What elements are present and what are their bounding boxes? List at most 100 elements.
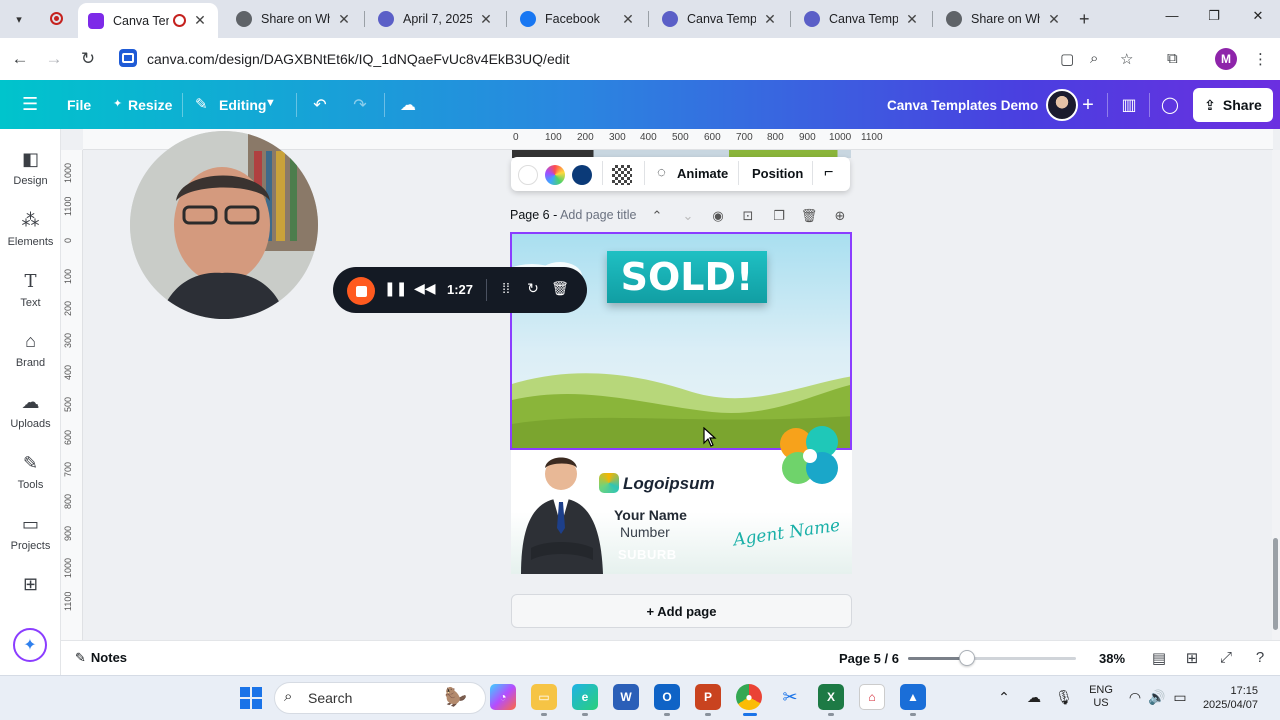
suburb-text[interactable]: SUBURB xyxy=(618,547,677,562)
remax-app-icon[interactable]: ⌂ xyxy=(859,684,885,710)
onedrive-cloud-icon[interactable]: ☁ xyxy=(1024,689,1044,706)
chevron-down-icon[interactable]: ⌄ xyxy=(679,208,697,224)
sidebar-item-uploads[interactable]: ☁ Uploads xyxy=(0,392,61,430)
sold-headline[interactable]: SOLD! xyxy=(607,251,767,303)
browser-menu-icon[interactable]: ⋮ xyxy=(1253,50,1268,68)
input-language-indicator[interactable]: ENG US xyxy=(1089,684,1113,710)
canvas-vertical-scrollbar[interactable] xyxy=(1272,150,1280,640)
lock-page-icon[interactable]: ⊡ xyxy=(739,208,757,224)
agent-photo[interactable] xyxy=(515,448,607,574)
tab-canva-templates-3[interactable]: Canva Templat ✕ xyxy=(798,4,926,34)
new-tab-plus-icon[interactable]: + xyxy=(1079,9,1090,30)
tab-share-on-whatsapp-2[interactable]: Share on What ✕ xyxy=(940,4,1068,34)
rewind-icon[interactable]: ◀◀ xyxy=(414,280,436,297)
tab-search-chevron-icon[interactable]: ▾ xyxy=(8,8,30,30)
photos-app-icon[interactable]: ▲ xyxy=(900,684,926,710)
volume-speaker-icon[interactable]: 🔊 xyxy=(1147,689,1167,706)
close-tab-icon[interactable]: ✕ xyxy=(478,11,494,28)
file-explorer-icon[interactable]: ▭ xyxy=(531,684,557,710)
snipping-tool-icon[interactable]: ✂ xyxy=(777,684,803,710)
stop-recording-button[interactable] xyxy=(347,277,375,305)
resize-button[interactable]: Resize xyxy=(128,97,172,113)
tab-canva-templates-active[interactable]: Canva Templ ✕ xyxy=(78,3,218,38)
copy-style-paint-roller-icon[interactable]: ⌐ xyxy=(824,164,833,182)
taskbar-clock[interactable]: 17:15 2025/04/07 xyxy=(1196,684,1258,712)
word-icon[interactable]: W xyxy=(613,684,639,710)
sidebar-item-apps[interactable]: ⊞ xyxy=(0,574,61,596)
hide-page-eye-icon[interactable]: ◉ xyxy=(709,208,727,224)
zoom-slider-handle[interactable] xyxy=(958,650,975,666)
drag-handle-grid-icon[interactable]: ⁞⁞ xyxy=(496,280,516,296)
zoom-magnifier-icon[interactable]: ⌕ xyxy=(1090,50,1098,67)
add-page-icon[interactable]: ⊕ xyxy=(831,208,849,224)
extensions-puzzle-icon[interactable]: ⧉ xyxy=(1167,50,1178,67)
restore-window-icon[interactable]: ❐ xyxy=(1192,8,1236,24)
wifi-icon[interactable]: ◠ xyxy=(1125,689,1145,706)
microphone-icon[interactable]: 🎙 xyxy=(1054,689,1074,706)
back-arrow-icon[interactable]: ← xyxy=(8,49,32,69)
grid-view-icon[interactable]: ⊞ xyxy=(1182,649,1202,667)
agent-name-text[interactable]: Your Name xyxy=(614,507,687,523)
add-page-button[interactable]: + Add page xyxy=(511,594,852,628)
reload-icon[interactable]: ↻ xyxy=(76,49,100,69)
edge-browser-icon[interactable]: e xyxy=(572,684,598,710)
close-window-icon[interactable]: ✕ xyxy=(1236,8,1280,24)
brand-mark-graphic[interactable] xyxy=(776,422,844,490)
restart-recording-icon[interactable]: ↻ xyxy=(523,280,543,297)
close-tab-icon[interactable]: ✕ xyxy=(336,11,352,28)
add-page-title-input[interactable]: Add page title xyxy=(560,208,636,222)
bookmark-star-icon[interactable]: ☆ xyxy=(1120,50,1133,68)
zoom-percentage[interactable]: 38% xyxy=(1099,651,1125,666)
forward-arrow-icon[interactable]: → xyxy=(42,49,66,69)
comments-bubble-icon[interactable]: ◯ xyxy=(1153,88,1187,122)
tab-april-7-2025[interactable]: April 7, 2025 4 ✕ xyxy=(372,4,500,34)
document-title[interactable]: Canva Templates Demo xyxy=(887,98,1038,113)
pages-view-icon[interactable]: ▤ xyxy=(1149,649,1169,667)
clipboard-icon[interactable]: ▢ xyxy=(1060,50,1074,68)
tab-facebook[interactable]: Facebook ✕ xyxy=(514,4,642,34)
minimize-window-icon[interactable]: — xyxy=(1150,8,1194,23)
close-tab-icon[interactable]: ✕ xyxy=(1046,11,1062,28)
animate-button[interactable]: Animate xyxy=(677,166,728,181)
notes-button[interactable]: ✎ Notes xyxy=(75,650,127,666)
fullscreen-icon[interactable]: ⤢ xyxy=(1216,649,1236,666)
sidebar-item-design[interactable]: ◧ Design xyxy=(0,149,61,187)
redo-icon[interactable]: ↷ xyxy=(343,88,377,122)
cloud-saved-icon[interactable]: ☁ xyxy=(391,88,425,122)
outlook-icon[interactable]: O xyxy=(654,684,680,710)
search-highlight-icon[interactable]: 🦫 xyxy=(436,684,476,710)
address-bar-url[interactable]: canva.com/design/DAGXBNtEt6k/IQ_1dNQaeFv… xyxy=(147,51,570,67)
windows-start-icon[interactable] xyxy=(240,687,262,709)
main-menu-hamburger-icon[interactable]: ☰ xyxy=(22,94,38,115)
tab-share-on-whatsapp[interactable]: Share on What ✕ xyxy=(230,4,358,34)
close-tab-icon[interactable]: ✕ xyxy=(762,11,778,28)
undo-icon[interactable]: ↶ xyxy=(303,88,337,122)
tab-canva-templates-2[interactable]: Canva Templat ✕ xyxy=(656,4,784,34)
pause-icon[interactable]: ❚❚ xyxy=(384,280,407,297)
sidebar-item-projects[interactable]: ▭ Projects xyxy=(0,514,61,552)
color-swatch-navy[interactable] xyxy=(572,165,592,185)
color-swatch-white[interactable] xyxy=(518,165,538,185)
webcam-bubble[interactable] xyxy=(130,131,318,319)
position-button[interactable]: Position xyxy=(752,166,803,181)
close-tab-icon[interactable]: ✕ xyxy=(620,11,636,28)
sidebar-item-elements[interactable]: ⁂ Elements xyxy=(0,210,61,248)
sidebar-item-tools[interactable]: ✎ Tools xyxy=(0,453,61,491)
site-info-icon[interactable] xyxy=(119,49,137,67)
agent-number-text[interactable]: Number xyxy=(620,524,670,540)
sidebar-item-brand[interactable]: ⌂ Brand xyxy=(0,331,61,369)
powerpoint-icon[interactable]: P xyxy=(695,684,721,710)
chevron-up-icon[interactable]: ⌃ xyxy=(648,208,666,224)
add-collaborator-plus-icon[interactable]: + xyxy=(1071,88,1105,122)
logoipsum-logo-text[interactable]: Logoipsum xyxy=(623,474,715,494)
excel-icon[interactable]: X xyxy=(818,684,844,710)
file-menu-button[interactable]: File xyxy=(67,97,91,113)
copilot-icon[interactable]: ◔ xyxy=(490,684,516,710)
discard-recording-trash-icon[interactable]: 🗑 xyxy=(550,280,570,297)
chevron-down-icon[interactable]: ▼ xyxy=(265,97,276,109)
delete-page-trash-icon[interactable]: 🗑 xyxy=(800,208,818,224)
color-picker-rainbow-icon[interactable] xyxy=(545,165,565,185)
profile-avatar[interactable]: M xyxy=(1215,48,1237,70)
page-counter[interactable]: Page 5 / 6 xyxy=(839,651,899,666)
transparency-checker-icon[interactable] xyxy=(612,165,632,185)
